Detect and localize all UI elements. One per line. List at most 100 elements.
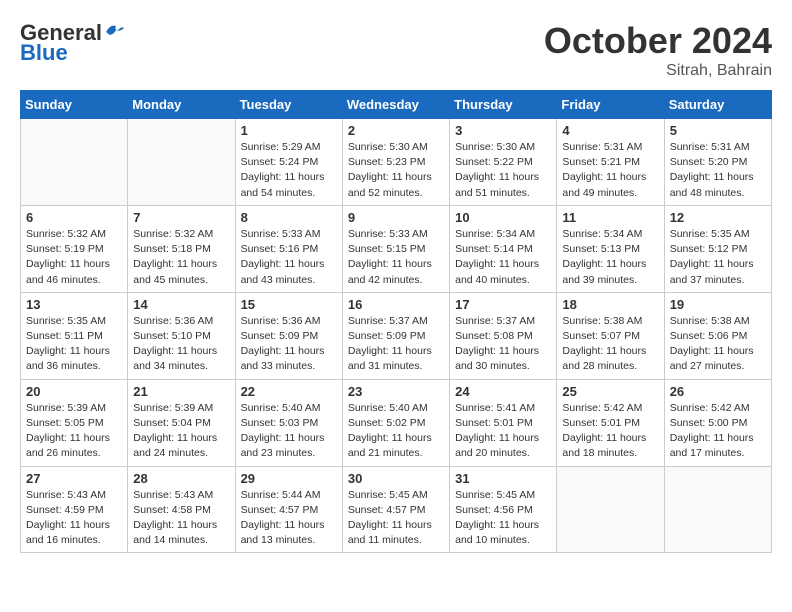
day-info: Sunrise: 5:38 AMSunset: 5:07 PMDaylight:… [562,314,658,375]
daylight-text: Daylight: 11 hours and 20 minutes. [455,431,551,461]
title-block: October 2024 Sitrah, Bahrain [544,20,772,80]
header-tuesday: Tuesday [235,91,342,119]
sunset-text: Sunset: 5:11 PM [26,329,122,344]
calendar-cell-w1-d0: 6Sunrise: 5:32 AMSunset: 5:19 PMDaylight… [21,205,128,292]
sunrise-text: Sunrise: 5:37 AM [455,314,551,329]
day-info: Sunrise: 5:45 AMSunset: 4:56 PMDaylight:… [455,488,551,549]
day-info: Sunrise: 5:35 AMSunset: 5:12 PMDaylight:… [670,227,766,288]
day-number: 11 [562,210,658,225]
day-number: 28 [133,471,229,486]
day-info: Sunrise: 5:45 AMSunset: 4:57 PMDaylight:… [348,488,444,549]
day-info: Sunrise: 5:32 AMSunset: 5:18 PMDaylight:… [133,227,229,288]
sunset-text: Sunset: 4:59 PM [26,503,122,518]
sunrise-text: Sunrise: 5:40 AM [348,401,444,416]
sunrise-text: Sunrise: 5:34 AM [562,227,658,242]
day-info: Sunrise: 5:43 AMSunset: 4:59 PMDaylight:… [26,488,122,549]
daylight-text: Daylight: 11 hours and 42 minutes. [348,257,444,287]
day-info: Sunrise: 5:37 AMSunset: 5:08 PMDaylight:… [455,314,551,375]
logo-bird-icon [104,22,126,40]
daylight-text: Daylight: 11 hours and 51 minutes. [455,170,551,200]
sunset-text: Sunset: 5:10 PM [133,329,229,344]
day-number: 13 [26,297,122,312]
day-number: 24 [455,384,551,399]
day-number: 5 [670,123,766,138]
sunset-text: Sunset: 5:12 PM [670,242,766,257]
calendar-cell-w2-d1: 14Sunrise: 5:36 AMSunset: 5:10 PMDayligh… [128,292,235,379]
sunset-text: Sunset: 5:01 PM [562,416,658,431]
header-wednesday: Wednesday [342,91,449,119]
daylight-text: Daylight: 11 hours and 16 minutes. [26,518,122,548]
day-number: 30 [348,471,444,486]
calendar-cell-w2-d5: 18Sunrise: 5:38 AMSunset: 5:07 PMDayligh… [557,292,664,379]
sunset-text: Sunset: 4:57 PM [241,503,337,518]
sunrise-text: Sunrise: 5:35 AM [670,227,766,242]
sunset-text: Sunset: 5:15 PM [348,242,444,257]
day-info: Sunrise: 5:38 AMSunset: 5:06 PMDaylight:… [670,314,766,375]
daylight-text: Daylight: 11 hours and 48 minutes. [670,170,766,200]
daylight-text: Daylight: 11 hours and 36 minutes. [26,344,122,374]
sunrise-text: Sunrise: 5:31 AM [670,140,766,155]
sunset-text: Sunset: 5:22 PM [455,155,551,170]
sunset-text: Sunset: 5:05 PM [26,416,122,431]
daylight-text: Daylight: 11 hours and 33 minutes. [241,344,337,374]
calendar-cell-w0-d1 [128,119,235,206]
daylight-text: Daylight: 11 hours and 54 minutes. [241,170,337,200]
daylight-text: Daylight: 11 hours and 17 minutes. [670,431,766,461]
calendar-cell-w3-d1: 21Sunrise: 5:39 AMSunset: 5:04 PMDayligh… [128,379,235,466]
day-number: 2 [348,123,444,138]
header-saturday: Saturday [664,91,771,119]
daylight-text: Daylight: 11 hours and 43 minutes. [241,257,337,287]
calendar-cell-w1-d1: 7Sunrise: 5:32 AMSunset: 5:18 PMDaylight… [128,205,235,292]
daylight-text: Daylight: 11 hours and 11 minutes. [348,518,444,548]
sunset-text: Sunset: 5:07 PM [562,329,658,344]
daylight-text: Daylight: 11 hours and 31 minutes. [348,344,444,374]
day-number: 9 [348,210,444,225]
calendar-cell-w1-d4: 10Sunrise: 5:34 AMSunset: 5:14 PMDayligh… [450,205,557,292]
calendar-cell-w2-d3: 16Sunrise: 5:37 AMSunset: 5:09 PMDayligh… [342,292,449,379]
sunrise-text: Sunrise: 5:45 AM [348,488,444,503]
sunset-text: Sunset: 5:04 PM [133,416,229,431]
sunrise-text: Sunrise: 5:41 AM [455,401,551,416]
calendar-cell-w2-d4: 17 Sunrise: 5:37 AMSunset: 5:08 PMDayligh… [450,292,557,379]
day-number: 17 [455,297,551,312]
day-info: Sunrise: 5:39 AMSunset: 5:04 PMDaylight:… [133,401,229,462]
calendar-week-3: 20 Sunrise: 5:39 AM Sunset: 5:05 PM Dayligh… [21,379,772,466]
daylight-text: Daylight: 11 hours and 30 minutes. [455,344,551,374]
calendar-cell-w1-d2: 8 Sunrise: 5:33 AMSunset: 5:16 PMDaylight… [235,205,342,292]
sunrise-text: Sunrise: 5:38 AM [670,314,766,329]
calendar-week-0: 1Sunrise: 5:29 AMSunset: 5:24 PMDaylight… [21,119,772,206]
sunrise-text: Sunrise: 5:33 AM [241,227,337,242]
daylight-text: Daylight: 11 hours and 39 minutes. [562,257,658,287]
day-number: 23 [348,384,444,399]
header-sunday: Sunday [21,91,128,119]
day-number: 20 [26,384,122,399]
day-info: Sunrise: 5:31 AMSunset: 5:21 PMDaylight:… [562,140,658,201]
calendar-cell-w0-d4: 3Sunrise: 5:30 AMSunset: 5:22 PMDaylight… [450,119,557,206]
sunset-text: Sunset: 5:01 PM [455,416,551,431]
day-info: Sunrise: 5:30 AMSunset: 5:22 PMDaylight:… [455,140,551,201]
sunrise-text: Sunrise: 5:39 AM [133,401,229,416]
sunset-text: Sunset: 5:16 PM [241,242,337,257]
day-number: 16 [348,297,444,312]
day-info: Sunrise: 5:36 AMSunset: 5:09 PMDaylight:… [241,314,337,375]
day-info: Sunrise: 5:43 AMSunset: 4:58 PMDaylight:… [133,488,229,549]
daylight-text: Daylight: 11 hours and 14 minutes. [133,518,229,548]
sunset-text: Sunset: 5:06 PM [670,329,766,344]
sunset-text: Sunset: 5:02 PM [348,416,444,431]
sunset-text: Sunset: 4:58 PM [133,503,229,518]
sunrise-text: Sunrise: 5:33 AM [348,227,444,242]
daylight-text: Daylight: 11 hours and 52 minutes. [348,170,444,200]
day-number: 27 [26,471,122,486]
day-info: Sunrise: 5:34 AMSunset: 5:13 PMDaylight:… [562,227,658,288]
day-number: 19 [670,297,766,312]
logo-blue-text: Blue [20,40,68,66]
sunrise-text: Sunrise: 5:43 AM [26,488,122,503]
day-number: 26 [670,384,766,399]
day-number: 8 [241,210,337,225]
calendar-cell-w3-d0: 20Sunrise: 5:39 AMSunset: 5:05 PMDayligh… [21,379,128,466]
sunrise-text: Sunrise: 5:30 AM [348,140,444,155]
sunrise-text: Sunrise: 5:38 AM [562,314,658,329]
daylight-text: Daylight: 11 hours and 49 minutes. [562,170,658,200]
calendar-week-4: 27Sunrise: 5:43 AMSunset: 4:59 PMDayligh… [21,466,772,553]
day-info: Sunrise: 5:36 AMSunset: 5:10 PMDaylight:… [133,314,229,375]
